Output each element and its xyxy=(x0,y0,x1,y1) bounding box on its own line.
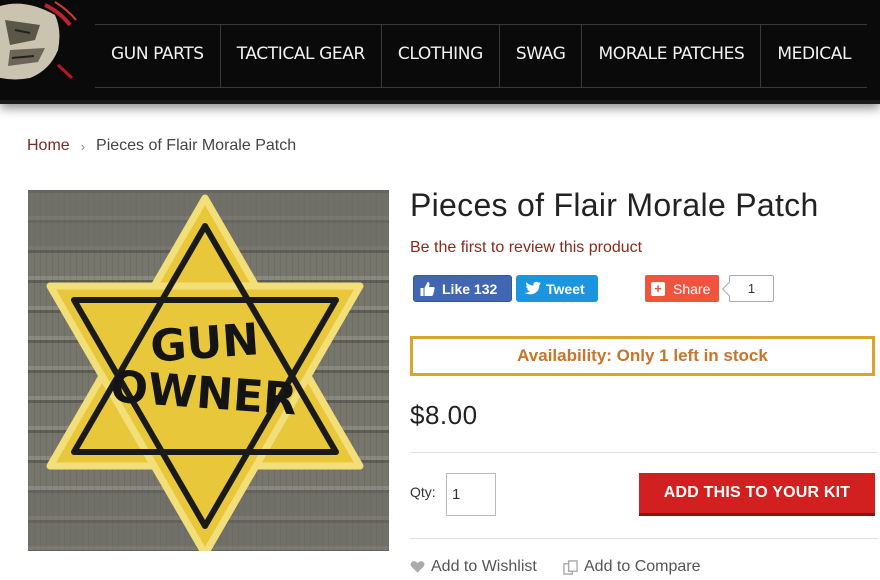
nav-item-morale-patches[interactable]: MORALE PATCHES xyxy=(581,25,760,87)
site-header: GUN PARTS TACTICAL GEAR CLOTHING SWAG MO… xyxy=(0,0,880,104)
divider xyxy=(410,452,878,453)
nav-item-clothing[interactable]: CLOTHING xyxy=(380,25,499,87)
product-title: Pieces of Flair Morale Patch xyxy=(410,187,819,223)
compare-icon xyxy=(563,559,578,575)
product-price: $8.00 xyxy=(410,400,478,430)
availability-notice: Availability: Only 1 left in stock xyxy=(410,336,875,376)
qty-label: Qty: xyxy=(410,484,436,500)
plus-icon: + xyxy=(651,281,665,296)
main-nav: GUN PARTS TACTICAL GEAR CLOTHING SWAG MO… xyxy=(95,24,868,88)
breadcrumb-separator: › xyxy=(80,138,86,154)
quantity-input[interactable] xyxy=(446,473,496,516)
share-count: 1 xyxy=(729,275,774,302)
thumbs-up-icon xyxy=(420,281,435,296)
breadcrumb-current: Pieces of Flair Morale Patch xyxy=(96,137,297,154)
add-to-cart-button[interactable]: ADD THIS TO YOUR KIT xyxy=(639,473,875,516)
facebook-like-button[interactable]: Like 132 xyxy=(413,275,512,302)
review-link[interactable]: Be the first to review this product xyxy=(410,239,642,257)
like-label: Like xyxy=(442,280,471,297)
patch-text-line1: GUN xyxy=(149,314,261,372)
store-logo[interactable] xyxy=(0,0,78,92)
share-label: Share xyxy=(673,280,711,297)
nav-item-tactical-gear[interactable]: TACTICAL GEAR xyxy=(219,25,381,87)
nav-item-gun-parts[interactable]: GUN PARTS xyxy=(95,25,220,87)
like-count: 132 xyxy=(473,280,498,297)
add-to-compare-link[interactable]: Add to Compare xyxy=(563,558,701,576)
product-image[interactable]: GUN OWNER xyxy=(28,190,389,551)
divider xyxy=(410,538,878,539)
share-button[interactable]: + Share xyxy=(645,275,719,302)
add-to-wishlist-link[interactable]: Add to Wishlist xyxy=(410,558,537,576)
breadcrumb-home-link[interactable]: Home xyxy=(27,137,70,155)
breadcrumb: Home › Pieces of Flair Morale Patch xyxy=(27,137,296,155)
tweet-button[interactable]: Tweet xyxy=(516,275,598,302)
compare-label: Add to Compare xyxy=(584,558,701,575)
twitter-bird-icon xyxy=(524,281,541,295)
wishlist-label: Add to Wishlist xyxy=(431,558,537,575)
nav-item-medical[interactable]: MEDICAL xyxy=(760,25,867,87)
nav-item-swag[interactable]: SWAG xyxy=(498,25,582,87)
heart-icon xyxy=(410,561,425,573)
tweet-label: Tweet xyxy=(546,280,585,297)
